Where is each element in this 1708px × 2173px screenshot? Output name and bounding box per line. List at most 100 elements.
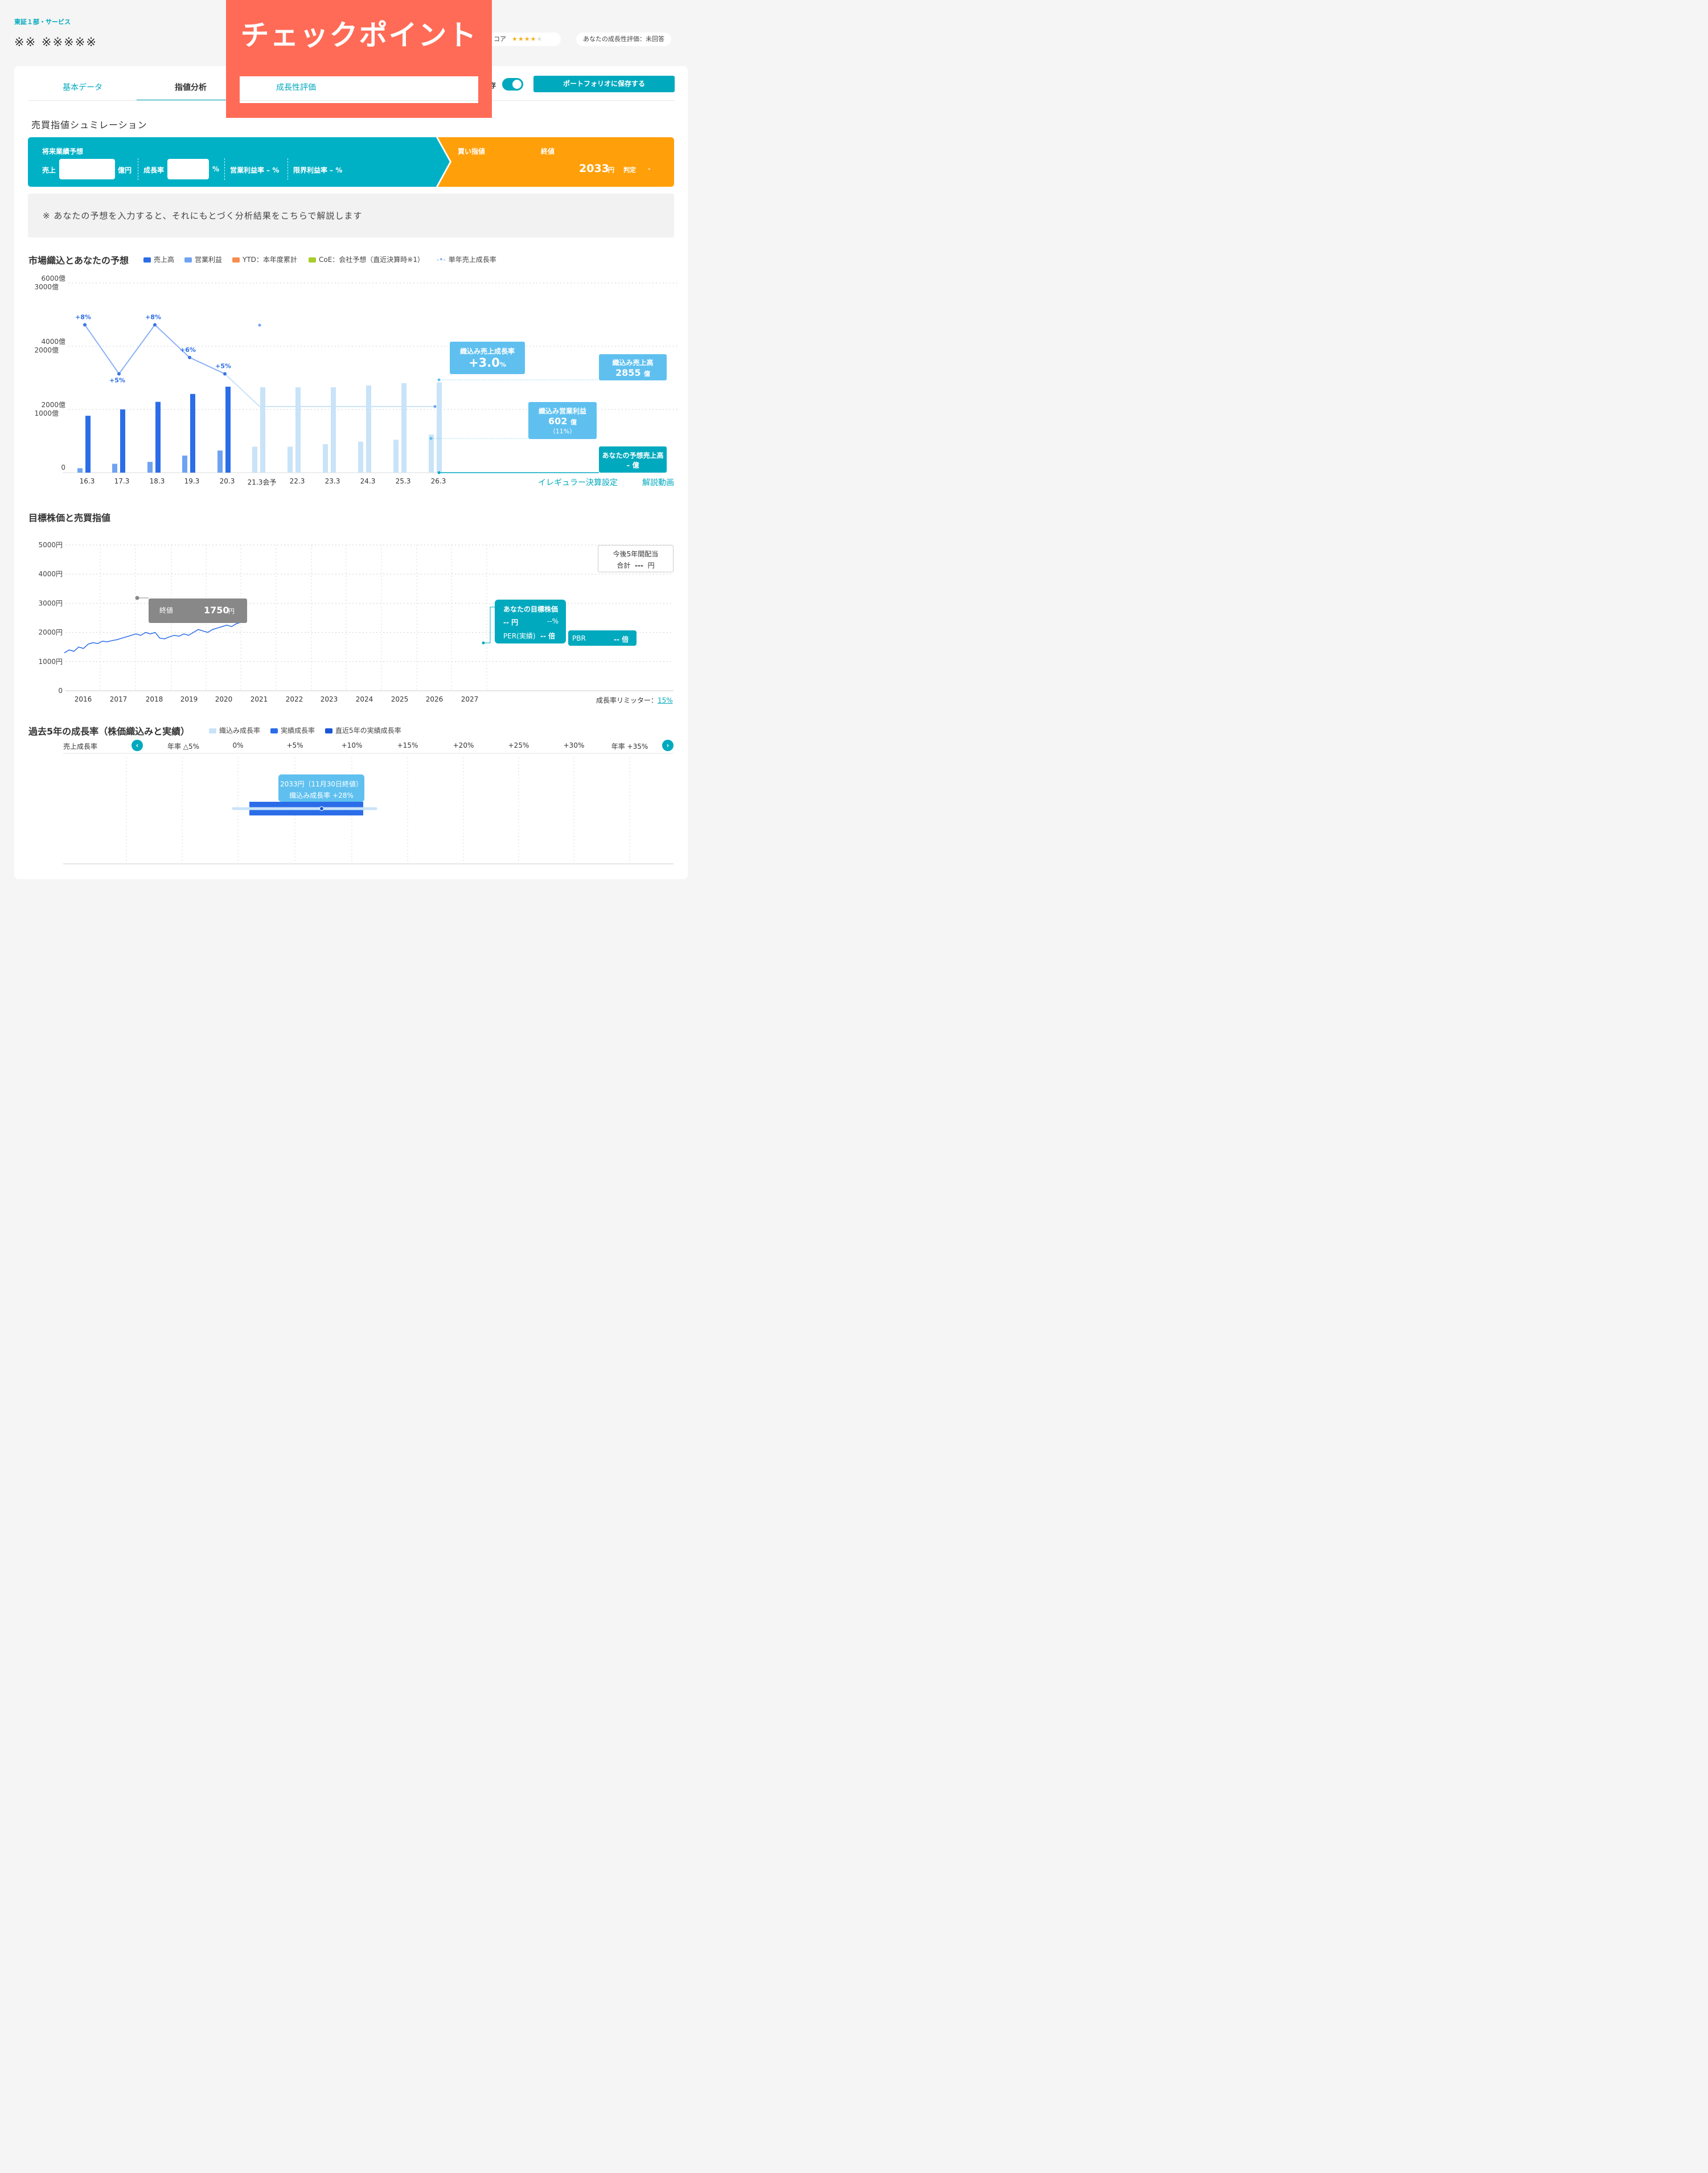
scale-prev-button[interactable]: ‹ [132,740,143,751]
growth-line [84,323,225,375]
pbr-value: -- 倍 [614,636,629,643]
close-price-tooltip: 終値 1750 円 [149,598,247,623]
callout-implied-op-value: 602 [548,416,568,427]
op-profit-bar [393,440,399,473]
chart1-plot: +8% +5% +8% +6% +5% [63,282,678,474]
op-profit-bar [217,450,223,473]
sales-bar [85,416,91,473]
range-end [232,807,235,810]
pbr-panel: PBR -- 倍 [568,630,637,646]
target-connector [483,606,495,643]
dividend-unit: 円 [647,561,655,569]
x-tick-label: 17.3 [114,477,130,485]
op-connector-dot [429,437,433,440]
callout-implied-op-pct: （11%） [549,428,576,435]
callout-your-sales-title: あなたの予想売上高 [602,452,664,460]
dividend-total-label: 合計 [617,561,631,569]
callout-implied-growth-title: 織込み売上成長率 [459,347,515,355]
x-tick-label: 23.3 [325,477,340,485]
op-profit-bar [288,446,293,473]
callout-implied-growth: 織込み売上成長率 +3.0% [450,342,525,374]
scale-label: +20% [453,741,474,749]
growth-label: +8% [145,313,161,321]
growth-point [223,372,227,376]
x-tick-label: 18.3 [149,477,165,485]
sales-connector-dot [437,378,441,382]
growth-label: +5% [215,363,231,370]
scale-label: +30% [563,741,585,749]
x-tick-label: 2018 [146,695,163,703]
legend-recent-growth: 直近5年の実績成長率 [325,725,401,735]
op-profit-bar [252,446,257,473]
target-price-pct: --% [547,617,559,625]
legend-implied-growth: 織込み成長率 [209,725,260,735]
x-tick-label: 2022 [286,695,303,703]
implied-growth-marker [319,806,324,811]
y-tick-label: 1000円 [38,658,63,666]
scale-label: +5% [286,741,303,749]
sales-bar [331,387,336,473]
growth-tooltip: 2033円（11月30日終値） 織込み成長率 +28% [278,774,364,802]
target-price-yen: -- 円 [503,618,519,626]
growth-tooltip-line1: 2033円（11月30日終値） [280,780,363,788]
op-profit-bar [323,444,328,473]
y-tick-label: 3000円 [38,599,63,607]
growth-limiter: 成長率リミッター：15% [596,695,673,705]
scale-label: +10% [341,741,363,749]
growth-limiter-label: 成長率リミッター： [596,696,658,704]
range-end [374,807,377,810]
scale-label: 年率 △5% [167,743,200,751]
pbr-label: PBR [572,634,586,642]
sales-bar [260,387,265,473]
target-price-title: あなたの目標株価 [503,605,559,613]
x-tick-label: 2025 [391,695,409,703]
op-profit-bar [358,441,363,473]
x-tick-label: 22.3 [289,477,305,485]
dividend-title: 今後5年間配当 [613,550,659,558]
dividend-total-value: --- [635,561,643,569]
callout-your-sales: あなたの予想売上高 – 億 [599,446,667,473]
growth-limiter-value[interactable]: 15% [658,696,673,704]
close-tooltip-label: 終値 [159,606,174,614]
x-tick-label: 21.3会予 [247,478,277,486]
sales-bar [366,385,371,473]
sales-bar [190,393,195,473]
callout-implied-sales-title: 織込み売上高 [612,359,654,367]
callout-your-sales-value: – 億 [626,461,639,469]
explanation-video-link[interactable]: 解説動画 [642,477,674,488]
x-tick-label: 2023 [321,695,338,703]
x-tick-label: 20.3 [219,477,235,485]
chart2-title: 目標株価と売買指値 [28,512,111,523]
per-label: PER(実績) [503,632,536,640]
op-profit-bar [112,464,117,473]
x-tick-label: 2020 [215,695,233,703]
x-tick-label: 19.3 [184,477,200,485]
callout-implied-growth-value: +3.0 [469,356,500,370]
callout-implied-op-unit: 億 [570,419,577,426]
chart3-plot [63,753,674,864]
close-tooltip-unit: 円 [228,608,235,615]
x-tick-label: 25.3 [395,477,411,485]
growth-tooltip-line2: 織込み成長率 +28% [289,792,354,800]
scale-label: 0% [232,741,244,749]
x-tick-label: 24.3 [360,477,376,485]
irregular-settlement-link[interactable]: イレギュラー決算設定 [538,477,618,488]
chart2-plot: 5000円 4000円 3000円 2000円 1000円 0 2016 2017 2018 20… [38,541,674,703]
y-tick-label: 4000円 [38,570,63,578]
x-tick-label: 26.3 [430,477,446,485]
scale-next-button[interactable]: › [662,740,674,751]
x-tick-label: 2017 [110,695,128,703]
growth-point-end [433,405,437,408]
scale-label: 年率 +35% [611,743,648,751]
x-tick-label: 2016 [75,695,92,703]
target-dot [482,641,485,645]
x-tick-label: 2021 [251,695,268,703]
growth-label: +6% [180,346,196,354]
x-tick-label: 16.3 [79,477,95,485]
chart3-title: 過去5年の成長率（株価織込みと実績） [28,726,190,737]
legend-actual-growth: 実績成長率 [270,725,315,735]
target-price-panel: あなたの目標株価 -- 円 --% PER(実績) -- 倍 [495,600,566,643]
growth-label: +8% [75,313,91,321]
op-profit-bar [182,456,187,473]
price-line [64,620,247,654]
